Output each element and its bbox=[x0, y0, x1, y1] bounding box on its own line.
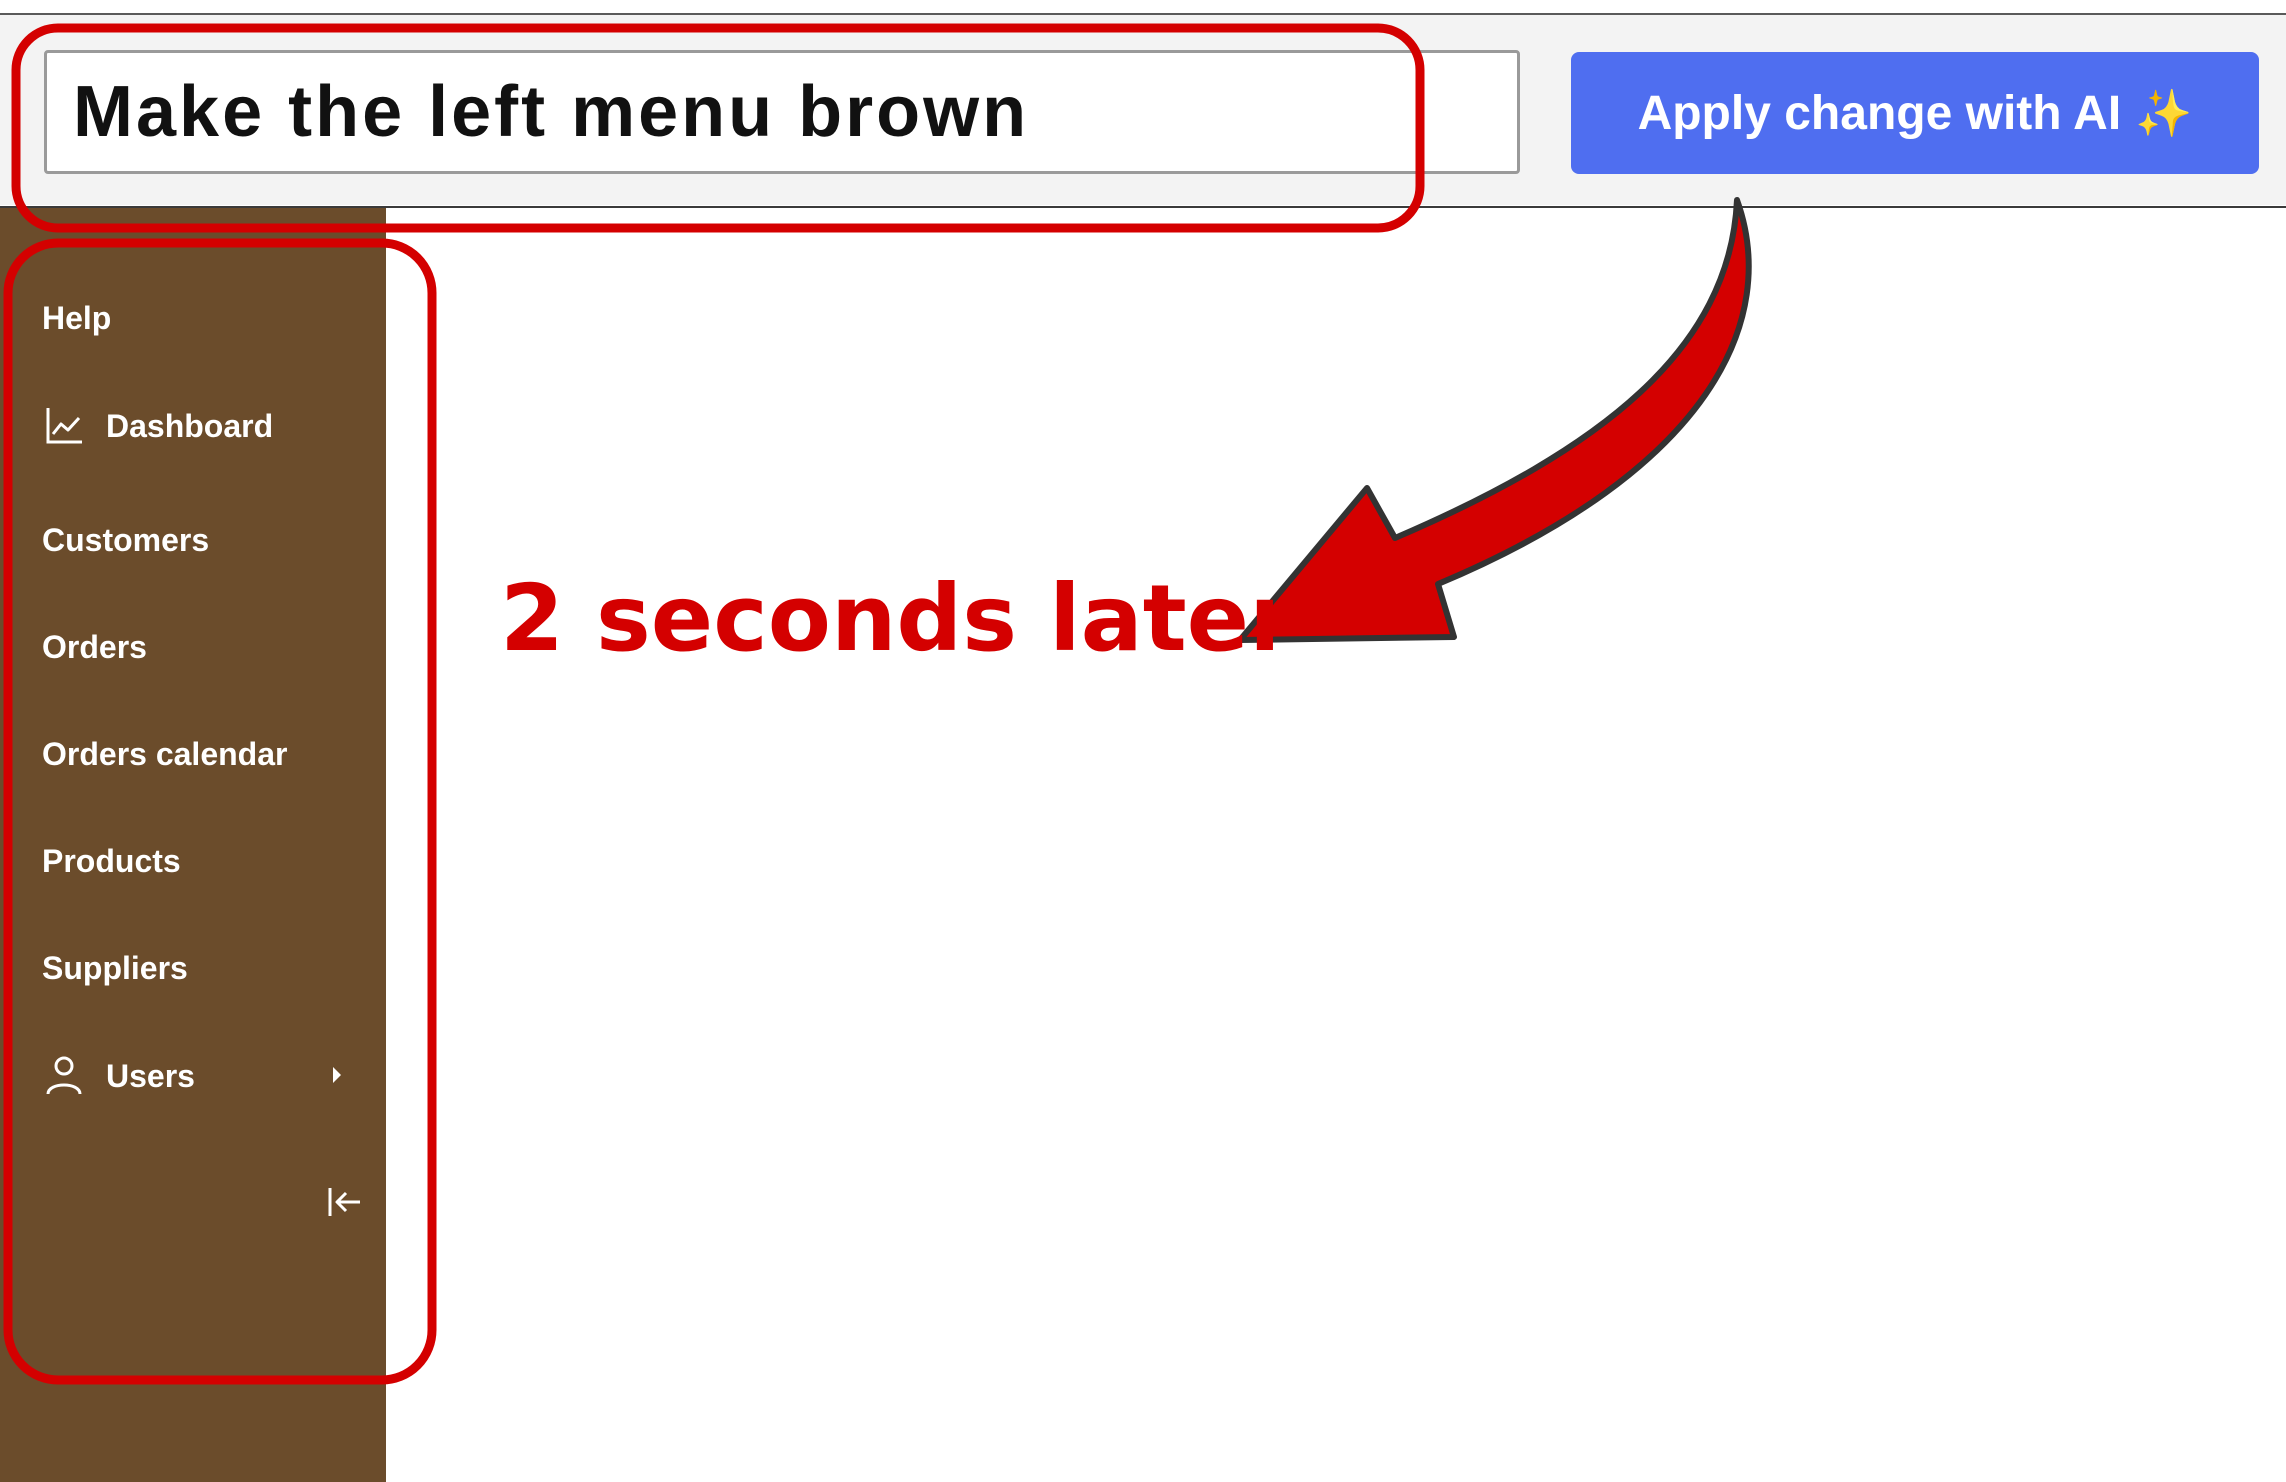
sidebar-item-label: Suppliers bbox=[42, 950, 188, 986]
left-sidebar-menu: Help Dashboard Customers Orders Orders c… bbox=[0, 208, 386, 1482]
sidebar-item-orders-calendar[interactable]: Orders calendar bbox=[42, 736, 287, 773]
ai-prompt-input[interactable] bbox=[44, 50, 1520, 174]
sidebar-item-products[interactable]: Products bbox=[42, 843, 181, 880]
red-arrow bbox=[1237, 197, 1752, 643]
apply-button-label: Apply change with AI bbox=[1637, 86, 2122, 140]
sidebar-item-orders[interactable]: Orders bbox=[42, 629, 147, 666]
sidebar-item-label: Help bbox=[42, 300, 112, 336]
sidebar-item-users[interactable]: Users bbox=[42, 1054, 195, 1098]
collapse-left-icon[interactable] bbox=[326, 1184, 364, 1220]
sidebar-item-label: Dashboard bbox=[106, 407, 274, 444]
sidebar-item-dashboard[interactable]: Dashboard bbox=[42, 404, 273, 448]
sidebar-item-label: Orders calendar bbox=[42, 736, 288, 772]
chevron-right-icon[interactable] bbox=[330, 1065, 344, 1085]
sidebar-item-label: Products bbox=[42, 843, 181, 879]
chart-line-icon bbox=[42, 404, 86, 448]
annotation-caption: 2 seconds later bbox=[500, 565, 1295, 672]
sparkles-icon: ✨ bbox=[2135, 86, 2193, 139]
sidebar-item-label: Customers bbox=[42, 522, 210, 558]
sidebar-item-label: Orders bbox=[42, 629, 147, 665]
sidebar-item-suppliers[interactable]: Suppliers bbox=[42, 950, 188, 987]
apply-change-button[interactable]: Apply change with AI ✨ bbox=[1571, 52, 2259, 174]
user-icon bbox=[42, 1054, 86, 1098]
sidebar-item-customers[interactable]: Customers bbox=[42, 522, 209, 559]
sidebar-item-help[interactable]: Help bbox=[42, 300, 111, 337]
sidebar-item-label: Users bbox=[106, 1057, 195, 1094]
